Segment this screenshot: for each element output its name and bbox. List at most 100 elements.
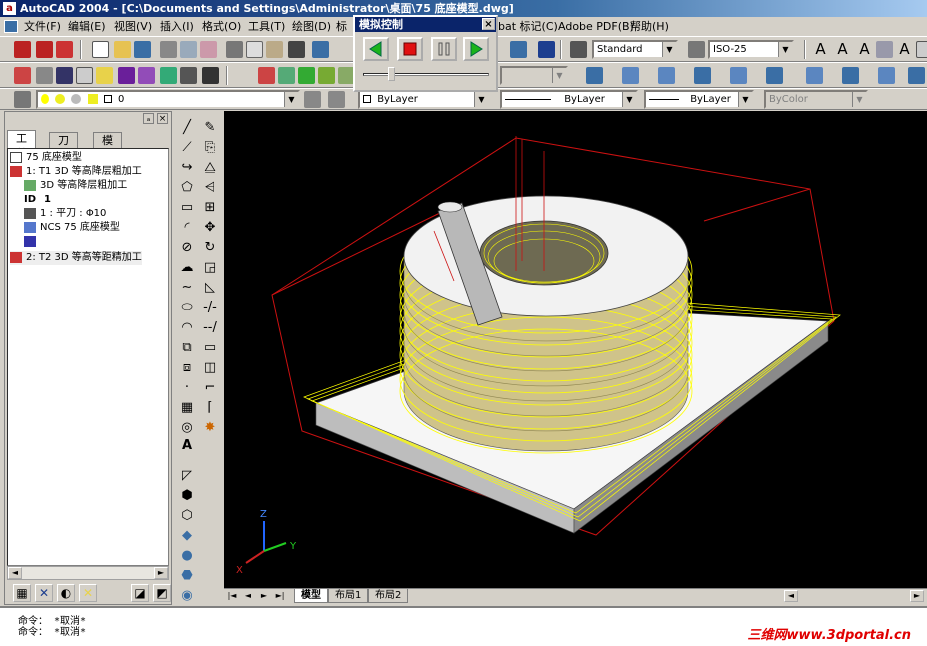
horizontal-scrollbar[interactable]: ◄ ►: [7, 566, 169, 580]
stop-button[interactable]: [397, 37, 423, 61]
close-icon[interactable]: ×: [482, 18, 495, 30]
chevron-down-icon[interactable]: ▼: [852, 92, 866, 107]
menu-dimension[interactable]: 标: [334, 17, 349, 36]
copy-object-icon[interactable]: ⎘: [202, 140, 218, 156]
undo-icon[interactable]: [56, 67, 73, 84]
cut-icon[interactable]: [226, 41, 243, 58]
rectangle-icon[interactable]: ▭: [179, 200, 195, 216]
sphere-icon[interactable]: ●: [179, 548, 195, 564]
chevron-down-icon[interactable]: ▼: [778, 42, 792, 57]
cursor-icon[interactable]: [180, 67, 197, 84]
zoom-icon[interactable]: [278, 67, 295, 84]
model-canvas[interactable]: Z Y X: [224, 111, 927, 588]
chevron-down-icon[interactable]: ▼: [622, 92, 636, 107]
highlight-icon[interactable]: [96, 67, 113, 84]
tab-layout-1[interactable]: 布局1: [328, 589, 369, 603]
autocad-app-icon[interactable]: a: [3, 2, 16, 15]
tree-id[interactable]: ID 1: [24, 193, 51, 207]
front-view-icon[interactable]: [730, 67, 747, 84]
highlight-icon[interactable]: ✕: [79, 584, 97, 602]
last-tab-icon[interactable]: ►|: [274, 590, 286, 602]
menu-edit[interactable]: 编辑(E): [66, 17, 108, 36]
tree-operation-1[interactable]: 1: T1 3D 等高降层粗加工: [10, 165, 142, 179]
back-view-icon[interactable]: [766, 67, 783, 84]
circle-icon[interactable]: ⊘: [179, 240, 195, 256]
delete-icon[interactable]: ✕: [35, 584, 53, 602]
spell-check-icon[interactable]: A: [896, 41, 913, 58]
layer-icon[interactable]: [36, 67, 53, 84]
make-block-icon[interactable]: ⧈: [179, 360, 195, 376]
move-icon[interactable]: ✥: [202, 220, 218, 236]
prev-tab-icon[interactable]: ◄: [242, 590, 254, 602]
array-icon[interactable]: ⊞: [202, 200, 218, 216]
pdf-icon[interactable]: [56, 41, 73, 58]
revision-cloud-icon[interactable]: ☁: [179, 260, 195, 276]
sim-panel-title[interactable]: 模拟控制 ×: [355, 17, 496, 32]
tree-strategy[interactable]: 3D 等高降层粗加工: [24, 179, 127, 193]
text-icon[interactable]: A: [812, 41, 829, 58]
tab-tools[interactable]: 刀具: [49, 132, 78, 162]
tree-root[interactable]: 75 底座模型: [10, 151, 82, 165]
line-icon[interactable]: ╱: [179, 120, 195, 136]
find-replace-icon[interactable]: [876, 41, 893, 58]
table-icon[interactable]: ◸: [179, 468, 195, 484]
hatch-icon[interactable]: ▦: [179, 400, 195, 416]
pdf-icon[interactable]: [36, 41, 53, 58]
layer-manager-icon[interactable]: [14, 91, 31, 108]
break-at-point-icon[interactable]: ▭: [202, 340, 218, 356]
minimize-icon[interactable]: ◪: [131, 584, 149, 602]
make-current-icon[interactable]: [304, 91, 321, 108]
layer-select[interactable]: 0 ▼: [36, 90, 300, 109]
properties-icon[interactable]: [510, 41, 527, 58]
play-button[interactable]: [463, 37, 489, 61]
break-icon[interactable]: ◫: [202, 360, 218, 376]
scale-icon[interactable]: ◲: [202, 260, 218, 276]
text-style-icon[interactable]: [570, 41, 587, 58]
print-preview-icon[interactable]: [180, 41, 197, 58]
explode-icon[interactable]: ✸: [202, 420, 218, 436]
lineweight-select[interactable]: ByLayer ▼: [644, 90, 754, 109]
copy-icon[interactable]: [246, 41, 263, 58]
arc-icon[interactable]: ◜: [179, 220, 195, 236]
ellipse-arc-icon[interactable]: ◠: [179, 320, 195, 336]
torus-icon[interactable]: ◉: [179, 588, 195, 604]
find-text-icon[interactable]: A: [856, 41, 873, 58]
construction-line-icon[interactable]: ⟋: [179, 140, 195, 156]
paste-icon[interactable]: [266, 41, 283, 58]
fillet-icon[interactable]: ⌈: [202, 400, 218, 416]
pdf-icon[interactable]: [14, 41, 31, 58]
right-view-icon[interactable]: [694, 67, 711, 84]
chevron-down-icon[interactable]: ▼: [474, 92, 488, 107]
mtext-icon[interactable]: A: [179, 438, 195, 454]
dim-style-select[interactable]: ISO-25 ▼: [708, 40, 794, 59]
document-icon[interactable]: [4, 20, 18, 33]
speed-slider-thumb[interactable]: [388, 67, 396, 81]
mirror-icon[interactable]: ⧋: [202, 160, 218, 176]
print-icon[interactable]: [160, 41, 177, 58]
offset-icon[interactable]: ⩤: [202, 180, 218, 196]
view-select[interactable]: ▼: [500, 66, 568, 85]
material-icon[interactable]: [138, 67, 155, 84]
scroll-left-icon[interactable]: ◄: [8, 567, 22, 579]
help-icon[interactable]: [538, 41, 555, 58]
chevron-down-icon[interactable]: ▼: [662, 42, 676, 57]
scroll-right-icon[interactable]: ►: [154, 567, 168, 579]
pan-icon[interactable]: [298, 67, 315, 84]
menu-file[interactable]: 文件(F): [22, 17, 63, 36]
scale-text-icon[interactable]: [916, 41, 927, 58]
plotstyle-select[interactable]: ByColor ▼: [764, 90, 868, 109]
close-icon[interactable]: ×: [157, 113, 168, 124]
menu-markup[interactable]: bat 标记(C): [496, 17, 560, 36]
trim-icon[interactable]: -/-: [202, 300, 218, 316]
pause-button[interactable]: [431, 37, 457, 61]
tree-ncs[interactable]: NCS 75 底座模型: [24, 221, 120, 235]
top-view-icon[interactable]: [586, 67, 603, 84]
publish-icon[interactable]: [200, 41, 217, 58]
pin-icon[interactable]: ₐ: [143, 113, 154, 124]
restore-icon[interactable]: ◩: [153, 584, 171, 602]
tab-model[interactable]: 模型: [93, 132, 122, 162]
ne-iso-icon[interactable]: [878, 67, 895, 84]
undo-icon[interactable]: [312, 41, 329, 58]
point-icon[interactable]: ·: [179, 380, 195, 396]
menu-draw[interactable]: 绘图(D): [290, 17, 333, 36]
